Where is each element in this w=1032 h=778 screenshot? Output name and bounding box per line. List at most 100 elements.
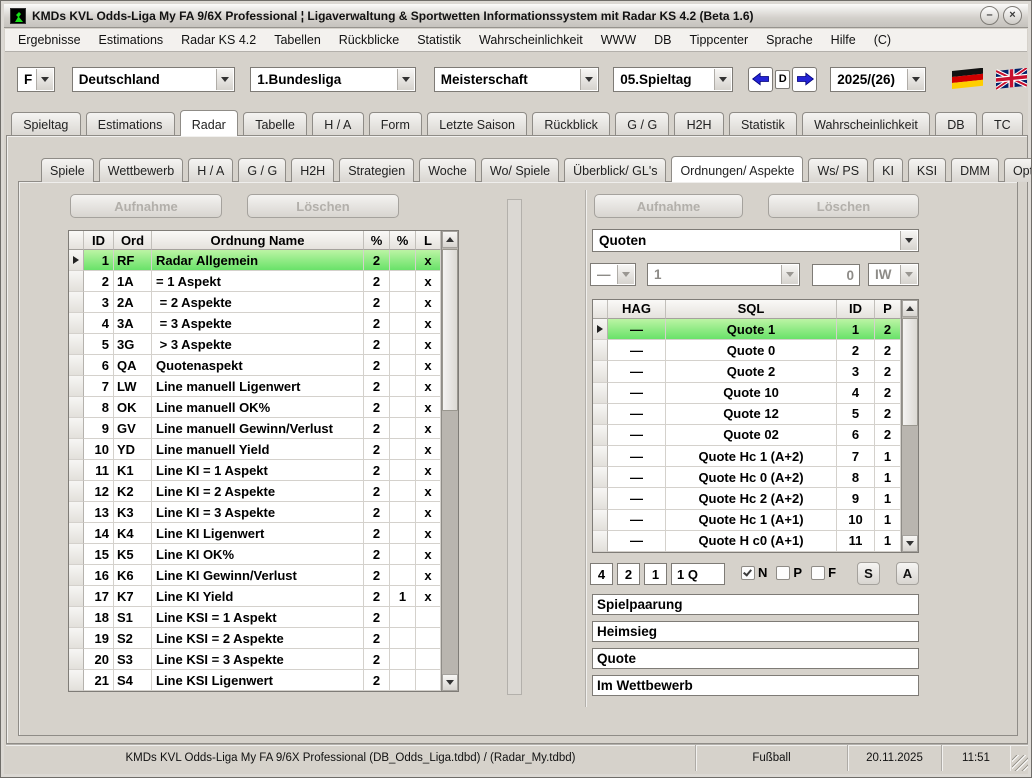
secondary-tab[interactable]: Wo/ Spiele [481,158,559,182]
menu-item[interactable]: Radar KS 4.2 [172,30,265,50]
ordnung-table-scrollbar[interactable] [441,231,458,691]
matchday-select[interactable]: 05.Spieltag [613,67,733,92]
primary-tab[interactable]: Estimations [86,112,175,136]
category-select[interactable]: Quoten [592,229,919,252]
table-row[interactable]: — Quote 02 6 2 [593,425,901,446]
record-button-left[interactable]: Aufnahme [70,194,222,218]
table-row[interactable]: 4 3A = 3 Aspekte 2 x [69,313,441,334]
delete-button-right[interactable]: Löschen [768,194,919,218]
scroll-down-icon[interactable] [442,674,458,691]
record-button-right[interactable]: Aufnahme [594,194,743,218]
secondary-tab[interactable]: Woche [419,158,476,182]
table-row[interactable]: 15 K5 Line KI OK% 2 x [69,544,441,565]
primary-tab[interactable]: Rückblick [532,112,610,136]
mini-input-1[interactable]: 1 [644,563,667,585]
secondary-tab[interactable]: KI [873,158,903,182]
mini-input-4[interactable]: 4 [590,563,613,585]
menu-item[interactable]: Tippcenter [681,30,758,50]
s-button[interactable]: S [857,562,880,585]
table-row[interactable]: 18 S1 Line KSI = 1 Aspekt 2 [69,607,441,628]
secondary-tab[interactable]: Spiele [41,158,94,182]
checkbox-box[interactable] [741,566,755,580]
primary-tab[interactable]: G / G [615,112,669,136]
table-row[interactable]: 3 2A = 2 Aspekte 2 x [69,292,441,313]
checkbox[interactable]: F [811,565,836,580]
secondary-tab[interactable]: G / G [238,158,286,182]
table-row[interactable]: 17 K7 Line KI Yield 2 1 x [69,586,441,607]
table-row[interactable]: 9 GV Line manuell Gewinn/Verlust 2 x [69,418,441,439]
scroll-down-icon[interactable] [902,535,918,552]
menu-item[interactable]: (C) [865,30,900,50]
table-row[interactable]: 16 K6 Line KI Gewinn/Verlust 2 x [69,565,441,586]
menu-item[interactable]: DB [645,30,680,50]
menu-item[interactable]: Wahrscheinlichkeit [470,30,592,50]
secondary-tab[interactable]: H / A [188,158,233,182]
table-row[interactable]: 8 OK Line manuell OK% 2 x [69,397,441,418]
table-row[interactable]: 7 LW Line manuell Ligenwert 2 x [69,376,441,397]
result-field[interactable]: Heimsieg [592,621,919,642]
day-button[interactable]: D [775,70,790,89]
secondary-tab[interactable]: Optionen [1004,158,1032,182]
filter-select[interactable]: F [17,67,55,92]
menu-item[interactable]: Estimations [90,30,173,50]
menu-item[interactable]: Ergebnisse [9,30,90,50]
menu-item[interactable]: WWW [592,30,645,50]
primary-tab[interactable]: Radar [180,110,238,136]
table-row[interactable]: — Quote 12 5 2 [593,404,901,425]
table-row[interactable]: 19 S2 Line KSI = 2 Aspekte 2 [69,628,441,649]
primary-tab[interactable]: Letzte Saison [427,112,527,136]
primary-tab[interactable]: Tabelle [243,112,307,136]
scrollbar-thumb[interactable] [902,318,918,426]
season-select[interactable]: 2025/(26) [830,67,926,92]
minimize-button[interactable]: – [980,6,999,25]
mini-input-2[interactable]: 2 [617,563,640,585]
checkbox-box[interactable] [811,566,825,580]
primary-tab[interactable]: Wahrscheinlichkeit [802,112,930,136]
menu-item[interactable]: Tabellen [265,30,330,50]
table-row[interactable]: 20 S3 Line KSI = 3 Aspekte 2 [69,649,441,670]
scrollbar-thumb[interactable] [442,249,458,411]
secondary-tab[interactable]: H2H [291,158,334,182]
scroll-up-icon[interactable] [442,231,458,248]
table-row[interactable]: 13 K3 Line KI = 3 Aspekte 2 x [69,502,441,523]
quote-field[interactable]: Quote [592,648,919,669]
table-row[interactable]: 6 QA Quotenaspekt 2 x [69,355,441,376]
table-row[interactable]: — Quote H c0 (A+1) 11 1 [593,531,901,552]
operator-select[interactable]: — [590,263,636,286]
resize-grip-icon[interactable] [1012,755,1028,771]
unit-select[interactable]: IW [868,263,919,286]
primary-tab[interactable]: DB [935,112,977,136]
table-row[interactable]: — Quote 1 1 2 [593,319,901,340]
secondary-tab[interactable]: Wettbewerb [99,158,183,182]
menu-item[interactable]: Rückblicke [330,30,408,50]
checkbox-box[interactable] [776,566,790,580]
sql-table-scrollbar[interactable] [901,300,918,552]
secondary-tab[interactable]: KSI [908,158,946,182]
scroll-up-icon[interactable] [902,300,918,317]
primary-tab[interactable]: H / A [312,112,363,136]
panel-splitter[interactable] [507,199,522,695]
table-row[interactable]: — Quote 0 2 2 [593,340,901,361]
delete-button-left[interactable]: Löschen [247,194,399,218]
secondary-tab[interactable]: DMM [951,158,999,182]
primary-tab[interactable]: H2H [674,112,723,136]
next-matchday-button[interactable] [792,67,817,92]
primary-tab[interactable]: Statistik [729,112,797,136]
german-flag-icon[interactable] [952,68,983,90]
table-row[interactable]: 14 K4 Line KI Ligenwert 2 x [69,523,441,544]
a-button[interactable]: A [896,562,919,585]
close-button[interactable]: × [1003,6,1022,25]
secondary-tab[interactable]: Ws/ PS [808,158,868,182]
menu-item[interactable]: Sprache [757,30,822,50]
table-row[interactable]: 12 K2 Line KI = 2 Aspekte 2 x [69,481,441,502]
table-row[interactable]: — Quote 10 4 2 [593,383,901,404]
table-row[interactable]: 1 RF Radar Allgemein 2 x [69,250,441,271]
checkbox[interactable]: P [776,565,802,580]
pairing-field[interactable]: Spielpaarung [592,594,919,615]
table-row[interactable]: — Quote Hc 2 (A+2) 9 1 [593,488,901,509]
checkbox[interactable]: N [741,565,767,580]
competition-field[interactable]: Im Wettbewerb [592,675,919,696]
secondary-tab[interactable]: Überblick/ GL's [564,158,666,182]
table-row[interactable]: — Quote Hc 1 (A+1) 10 1 [593,510,901,531]
primary-tab[interactable]: Form [369,112,423,136]
